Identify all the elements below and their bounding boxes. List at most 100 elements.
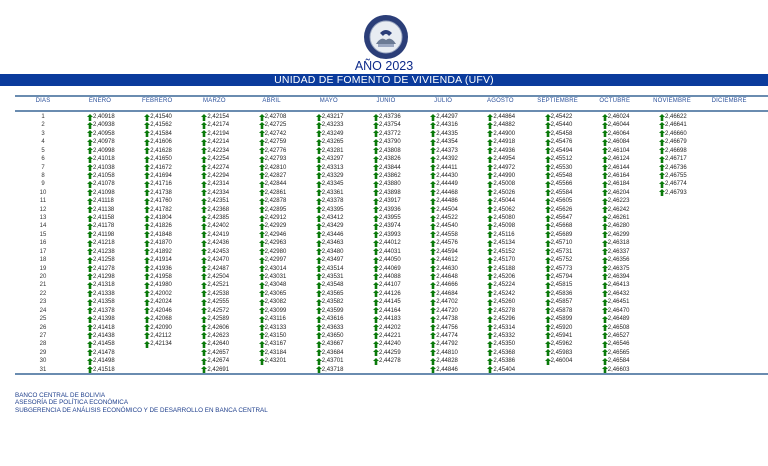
column-header-agosto: AGOSTO [487,98,514,104]
ufv-value: 2,45752 [550,257,573,264]
ufv-value: 2,44335 [436,130,458,137]
ufv-value-cell: 2,45566 [544,180,572,188]
ufv-value: 2,46024 [607,114,630,120]
ufv-value: 2,45878 [550,307,573,314]
day-number: 17 [39,248,47,255]
ufv-value-cell: 2,45458 [544,130,572,138]
ufv-value: 2,42640 [207,341,230,348]
ufv-value: 2,46698 [665,147,687,154]
ufv-value-cell: 2,42368 [201,206,229,214]
ufv-value-cell: 2,44774 [430,332,458,340]
ufv-value-cell: 2,43313 [315,164,344,172]
ufv-value-cell: 2,44164 [373,307,401,315]
day-number: 11 [39,198,47,205]
day-number: 30 [39,358,47,365]
ufv-value: 2,42154 [207,114,230,120]
ufv-value-cell: 2,44576 [430,239,458,247]
ufv-value: 2,45260 [493,299,516,306]
ufv-value-cell: 2,43099 [258,307,286,315]
day-number: 22 [39,290,47,297]
ufv-value-cell: 2,41238 [87,248,115,256]
ufv-value-cell: 2,43497 [315,256,344,264]
ufv-value: 2,43497 [321,257,344,264]
ufv-value: 2,44774 [436,332,458,339]
ufv-value-cell: 2,46104 [601,147,630,155]
ufv-value: 2,41518 [93,366,115,373]
ufv-value: 2,45962 [550,341,573,348]
ufv-value: 2,45152 [493,248,516,255]
ufv-value-cell: 2,42274 [201,164,229,172]
ufv-value: 2,42334 [207,189,230,196]
ufv-value-cell: 2,45647 [544,214,572,222]
ufv-value: 2,42963 [264,240,287,247]
ufv-value-cell: 2,42234 [201,147,229,155]
ufv-value: 2,41914 [150,257,172,264]
ufv-value: 2,45098 [493,223,516,230]
ufv-value-cell: 2,41478 [87,349,115,357]
ufv-value: 2,44756 [436,324,458,331]
ufv-value-cell: 2,45188 [487,265,515,273]
ufv-value-cell: 2,42174 [201,121,229,129]
ufv-value: 2,42194 [207,130,230,137]
ufv-value: 2,44126 [379,290,401,297]
ufv-value-cell: 2,46064 [601,130,630,138]
ufv-value: 2,41358 [93,299,115,306]
ufv-value-cell: 2,45134 [487,239,515,247]
ufv-value: 2,45080 [493,215,516,222]
ufv-value: 2,42980 [264,248,287,255]
ufv-value-cell: 2,41936 [144,265,172,273]
ufv-value-cell: 2,45026 [487,189,515,197]
ufv-value: 2,42623 [207,332,230,339]
ufv-value-cell: 2,44221 [373,332,401,340]
ufv-value: 2,43548 [321,282,344,289]
ufv-value: 2,40918 [93,114,115,120]
ufv-value-cell: 2,44540 [430,222,458,230]
ufv-value: 2,44540 [436,223,458,230]
ufv-value-cell: 2,40958 [87,130,115,138]
ufv-value-cell: 2,45689 [544,231,572,239]
ufv-value-cell: 2,42929 [258,222,286,230]
ufv-value-cell: 2,44486 [430,197,458,205]
ufv-value-cell: 2,41438 [87,332,115,340]
ufv-value-cell: 2,43014 [258,265,286,273]
ufv-value-cell: 2,46755 [659,172,687,180]
column-header-marzo: MARZO [203,98,226,104]
ufv-value-cell: 2,42861 [258,189,286,197]
ufv-value: 2,42368 [207,206,230,213]
ufv-value: 2,43974 [379,223,401,230]
ufv-value-cell: 2,46470 [601,307,630,315]
ufv-value: 2,43065 [264,290,287,297]
ufv-value-cell: 2,42314 [201,180,229,188]
ufv-value: 2,44738 [436,316,458,323]
ufv-value-cell: 2,46641 [659,121,687,129]
ufv-value-cell: 2,46144 [601,164,630,172]
ufv-value-cell: 2,42194 [201,130,229,138]
ufv-value-cell: 2,43184 [258,349,286,357]
ufv-value: 2,44050 [379,257,401,264]
ufv-value: 2,41716 [150,181,172,188]
ufv-value-cell: 2,41418 [87,324,115,332]
ufv-value-cell: 2,42742 [258,130,286,138]
ufv-value-cell: 2,46603 [601,366,630,374]
ufv-value: 2,41138 [93,206,115,213]
year-title: AÑO 2023 [354,59,414,73]
ufv-value-cell: 2,46413 [601,281,630,289]
ufv-value-cell: 2,46242 [601,206,630,214]
ufv-value-cell: 2,41980 [144,281,172,289]
ufv-value-cell: 2,42657 [201,349,229,357]
ufv-value: 2,44316 [436,122,458,129]
ufv-value-cell: 2,44864 [487,113,515,121]
ufv-value-cell: 2,43514 [315,265,344,273]
ufv-value-cell: 2,46223 [601,197,630,205]
ufv-value: 2,41892 [150,248,172,255]
ufv-value-cell: 2,45794 [544,273,572,281]
ufv-value: 2,44259 [379,349,401,356]
ufv-value-cell: 2,46164 [601,172,630,180]
ufv-value: 2,41158 [93,215,115,222]
ufv-value: 2,46242 [607,206,630,213]
ufv-value: 2,41980 [150,282,172,289]
day-number: 19 [39,265,47,272]
ufv-value-cell: 2,46394 [601,273,630,281]
ufv-value-cell: 2,44145 [373,298,401,306]
ufv-value: 2,44900 [493,130,516,137]
